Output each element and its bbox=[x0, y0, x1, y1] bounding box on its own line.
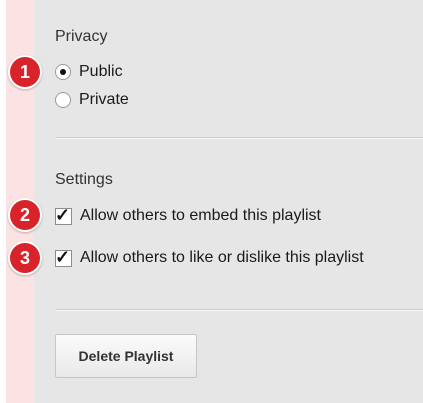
section-divider bbox=[55, 137, 423, 139]
setting-allow-rating[interactable]: ✓ Allow others to like or dislike this p… bbox=[55, 246, 364, 267]
private-label: Private bbox=[79, 91, 129, 108]
settings-heading: Settings bbox=[55, 171, 113, 188]
privacy-option-public[interactable]: Public bbox=[55, 63, 123, 81]
callout-badge-1: 1 bbox=[10, 57, 40, 87]
delete-playlist-button[interactable]: Delete Playlist bbox=[55, 334, 197, 378]
private-radio[interactable] bbox=[55, 92, 71, 108]
section-divider bbox=[55, 309, 423, 311]
embed-checkbox[interactable]: ✓ bbox=[55, 204, 72, 225]
callout-badge-3: 3 bbox=[10, 243, 40, 273]
setting-allow-embed[interactable]: ✓ Allow others to embed this playlist bbox=[55, 204, 321, 225]
privacy-option-private[interactable]: Private bbox=[55, 91, 129, 109]
public-radio[interactable] bbox=[55, 64, 71, 80]
rating-checkbox[interactable]: ✓ bbox=[55, 246, 72, 267]
privacy-heading: Privacy bbox=[55, 28, 108, 45]
checkmark-icon: ✓ bbox=[55, 204, 71, 225]
rating-label: Allow others to like or dislike this pla… bbox=[80, 249, 364, 266]
embed-label: Allow others to embed this playlist bbox=[80, 207, 321, 224]
callout-badge-2: 2 bbox=[10, 200, 40, 230]
checkmark-icon: ✓ bbox=[55, 246, 71, 267]
public-label: Public bbox=[79, 63, 123, 80]
